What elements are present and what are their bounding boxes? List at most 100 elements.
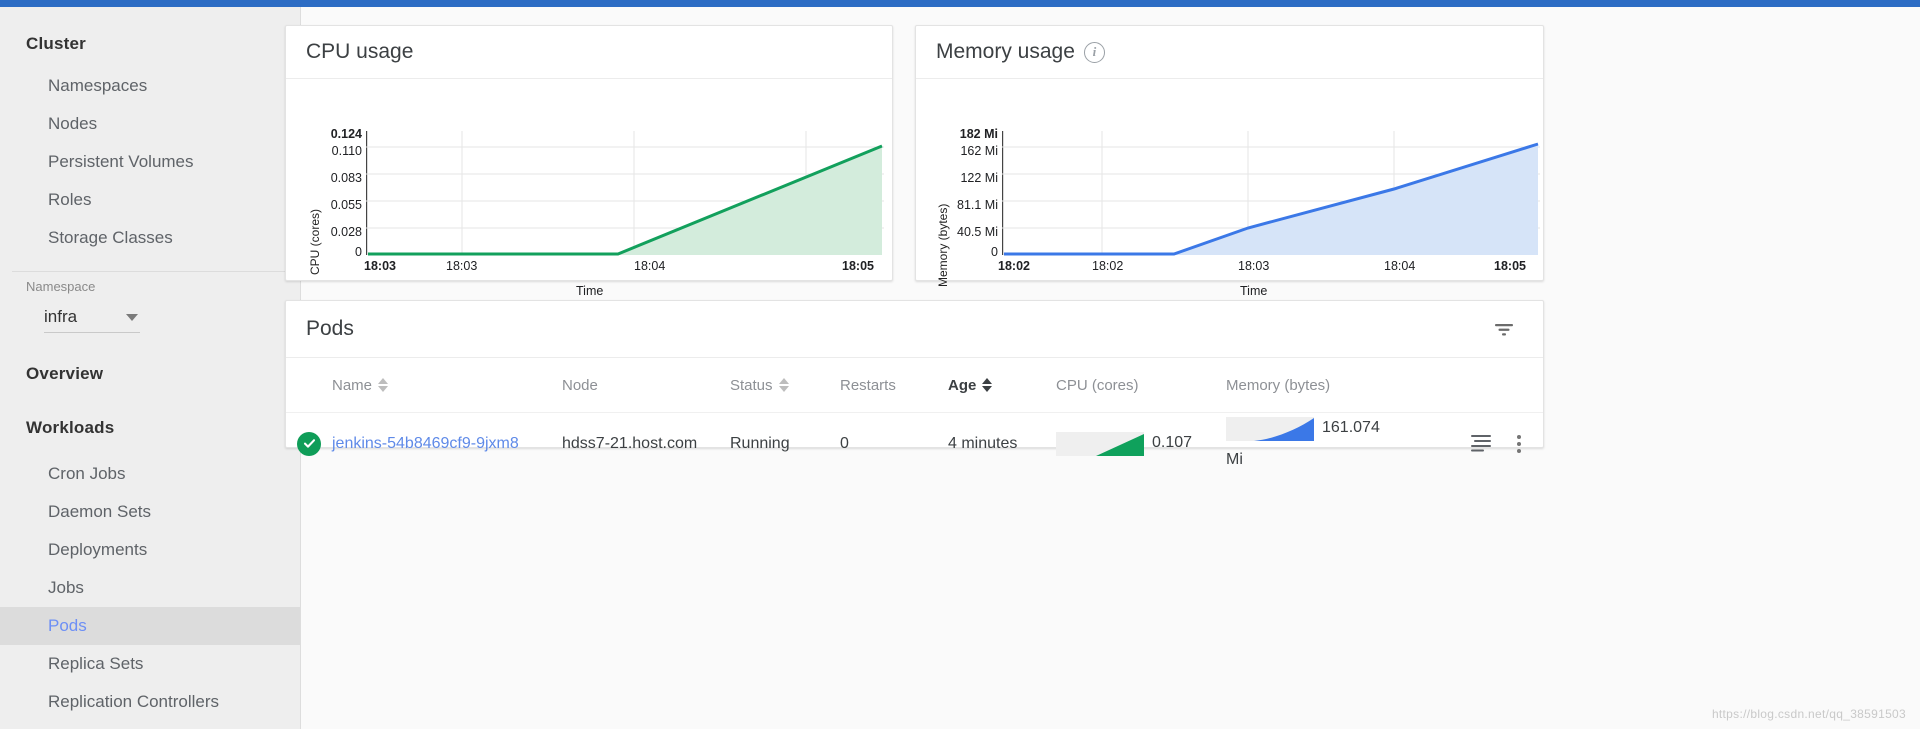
cpu-chart-xtick-0: 18:03 xyxy=(364,259,396,273)
memory-chart-xtick-2: 18:03 xyxy=(1238,259,1270,273)
memory-chart-plot xyxy=(1002,131,1540,256)
table-col-cpu[interactable]: CPU (cores) xyxy=(1056,358,1226,413)
table-col-name-label: Name xyxy=(332,376,373,394)
table-col-age[interactable]: Age xyxy=(948,358,1056,413)
pod-name-link[interactable]: jenkins-54b8469cf9-9jxm8 xyxy=(332,435,519,452)
cpu-usage-card: CPU usage CPU (cores) 0.124 0.110 0.083 … xyxy=(285,25,893,298)
row-status-cell: Running xyxy=(730,412,840,475)
cpu-chart-xtick-1: 18:03 xyxy=(446,259,478,273)
sort-arrows-icon[interactable] xyxy=(778,378,789,392)
memory-chart-ytick-0: 182 Mi xyxy=(959,127,998,141)
cpu-usage-title: CPU usage xyxy=(306,40,414,63)
memory-chart-x-axis-title: Time xyxy=(1240,284,1268,298)
sidebar-item-replication-controllers[interactable]: Replication Controllers xyxy=(0,683,300,721)
sidebar-item-roles[interactable]: Roles xyxy=(0,181,300,219)
table-col-node[interactable]: Node xyxy=(562,358,730,413)
sort-arrows-icon[interactable] xyxy=(982,378,993,392)
memory-chart-ytick-2: 122 Mi xyxy=(960,171,998,185)
pods-table-head: Name Node Status Restarts Age CPU (cores… xyxy=(286,358,1543,413)
cpu-usage-chart: CPU (cores) 0.124 0.110 0.083 0.055 0.02… xyxy=(286,79,892,298)
sidebar-item-cron-jobs[interactable]: Cron Jobs xyxy=(0,455,300,493)
cpu-chart-x-axis-title: Time xyxy=(576,284,604,298)
memory-usage-card-header: Memory usage i xyxy=(916,26,1543,79)
sidebar-item-pods[interactable]: Pods xyxy=(0,607,300,645)
row-age-cell: 4 minutes xyxy=(948,412,1056,475)
memory-chart-xtick-1: 18:02 xyxy=(1092,259,1124,273)
cpu-value: 0.107 xyxy=(1152,434,1193,451)
namespace-selected-value: infra xyxy=(44,307,78,326)
table-col-restarts-label: Restarts xyxy=(840,376,896,394)
sidebar-navigation: Cluster Namespaces Nodes Persistent Volu… xyxy=(0,7,301,729)
table-col-node-label: Node xyxy=(562,376,598,394)
row-node-cell: hdss7-21.host.com xyxy=(562,412,730,475)
memory-sparkline xyxy=(1226,417,1314,441)
chevron-down-icon xyxy=(126,313,138,321)
cpu-usage-card-header: CPU usage xyxy=(286,26,892,79)
info-icon[interactable]: i xyxy=(1083,41,1105,63)
cpu-chart-y-axis-label: CPU (cores) xyxy=(308,208,322,275)
memory-chart-ytick-4: 40.5 Mi xyxy=(957,225,998,239)
sidebar-header-workloads[interactable]: Workloads xyxy=(0,405,300,451)
sidebar-item-persistent-volumes[interactable]: Persistent Volumes xyxy=(0,143,300,181)
sidebar-item-daemon-sets[interactable]: Daemon Sets xyxy=(0,493,300,531)
table-col-name[interactable]: Name xyxy=(332,358,562,413)
namespace-select[interactable]: infra xyxy=(44,302,140,333)
check-circle-icon xyxy=(297,431,321,456)
cpu-chart-xtick-3: 18:05 xyxy=(842,259,874,273)
memory-chart-ytick-3: 81.1 Mi xyxy=(957,198,998,212)
top-app-bar xyxy=(0,0,1920,7)
table-col-actions xyxy=(1456,358,1543,413)
sidebar-item-jobs[interactable]: Jobs xyxy=(0,569,300,607)
table-col-age-label: Age xyxy=(948,376,977,394)
table-col-restarts[interactable]: Restarts xyxy=(840,358,948,413)
cpu-chart-ytick-3: 0.055 xyxy=(330,198,362,212)
cpu-chart-ytick-5: 0 xyxy=(355,245,362,259)
table-col-memory-label: Memory (bytes) xyxy=(1226,376,1331,394)
main-content: CPU usage CPU (cores) 0.124 0.110 0.083 … xyxy=(285,7,1920,729)
sort-arrows-icon[interactable] xyxy=(378,378,389,392)
pods-table-title: Pods xyxy=(306,317,354,340)
cpu-chart-plot xyxy=(366,131,884,256)
memory-value: 161.074 xyxy=(1322,419,1380,436)
row-restarts-cell: 0 xyxy=(840,412,948,475)
table-col-cpu-label: CPU (cores) xyxy=(1056,376,1139,394)
filter-icon[interactable] xyxy=(1491,316,1517,342)
cpu-chart-ytick-0: 0.124 xyxy=(330,127,362,141)
cpu-chart-ytick-2: 0.083 xyxy=(330,171,362,185)
memory-usage-card: Memory usage i Memory (bytes) 182 Mi 162… xyxy=(915,25,1544,298)
table-col-status[interactable]: Status xyxy=(730,358,840,413)
pods-table-card: Pods Name Node Status Restarts Age CPU (… xyxy=(285,300,1544,475)
sidebar-item-replica-sets[interactable]: Replica Sets xyxy=(0,645,300,683)
memory-chart-ytick-5: 0 xyxy=(991,245,998,259)
memory-chart-xtick-0: 18:02 xyxy=(998,259,1030,273)
memory-chart-ytick-1: 162 Mi xyxy=(960,144,998,158)
memory-usage-chart: Memory (bytes) 182 Mi 162 Mi 122 Mi 81.1… xyxy=(916,79,1543,298)
cpu-chart-ytick-1: 0.110 xyxy=(331,144,362,158)
kebab-menu-icon[interactable] xyxy=(1517,435,1521,453)
memory-usage-title: Memory usage xyxy=(936,40,1075,63)
sidebar-item-deployments[interactable]: Deployments xyxy=(0,531,300,569)
pods-table-body: jenkins-54b8469cf9-9jxm8 hdss7-21.host.c… xyxy=(286,412,1543,475)
cpu-chart-xtick-2: 18:04 xyxy=(634,259,666,273)
watermark-text: https://blog.csdn.net/qq_38591503 xyxy=(1711,707,1906,721)
cpu-sparkline xyxy=(1056,432,1144,456)
memory-chart-xtick-3: 18:04 xyxy=(1384,259,1416,273)
sidebar-item-nodes[interactable]: Nodes xyxy=(0,105,300,143)
memory-unit: Mi xyxy=(1226,451,1243,468)
row-status-icon-cell xyxy=(286,412,332,475)
row-name-cell[interactable]: jenkins-54b8469cf9-9jxm8 xyxy=(332,412,562,475)
row-memory-cell: 161.074 Mi xyxy=(1226,412,1456,475)
sidebar-item-overview[interactable]: Overview xyxy=(0,351,300,397)
sidebar-item-storage-classes[interactable]: Storage Classes xyxy=(0,219,300,257)
top-app-bar-fill xyxy=(0,0,1920,7)
cpu-chart-ytick-4: 0.028 xyxy=(330,225,362,239)
namespace-label: Namespace xyxy=(26,279,96,294)
row-actions-cell xyxy=(1456,412,1543,475)
pods-table-header: Pods xyxy=(286,301,1543,358)
sidebar-item-namespaces[interactable]: Namespaces xyxy=(0,67,300,105)
memory-chart-xtick-4: 18:05 xyxy=(1494,259,1526,273)
table-col-memory[interactable]: Memory (bytes) xyxy=(1226,358,1456,413)
table-row[interactable]: jenkins-54b8469cf9-9jxm8 hdss7-21.host.c… xyxy=(286,412,1543,475)
row-cpu-cell: 0.107 xyxy=(1056,412,1226,475)
logs-icon[interactable] xyxy=(1469,432,1493,457)
